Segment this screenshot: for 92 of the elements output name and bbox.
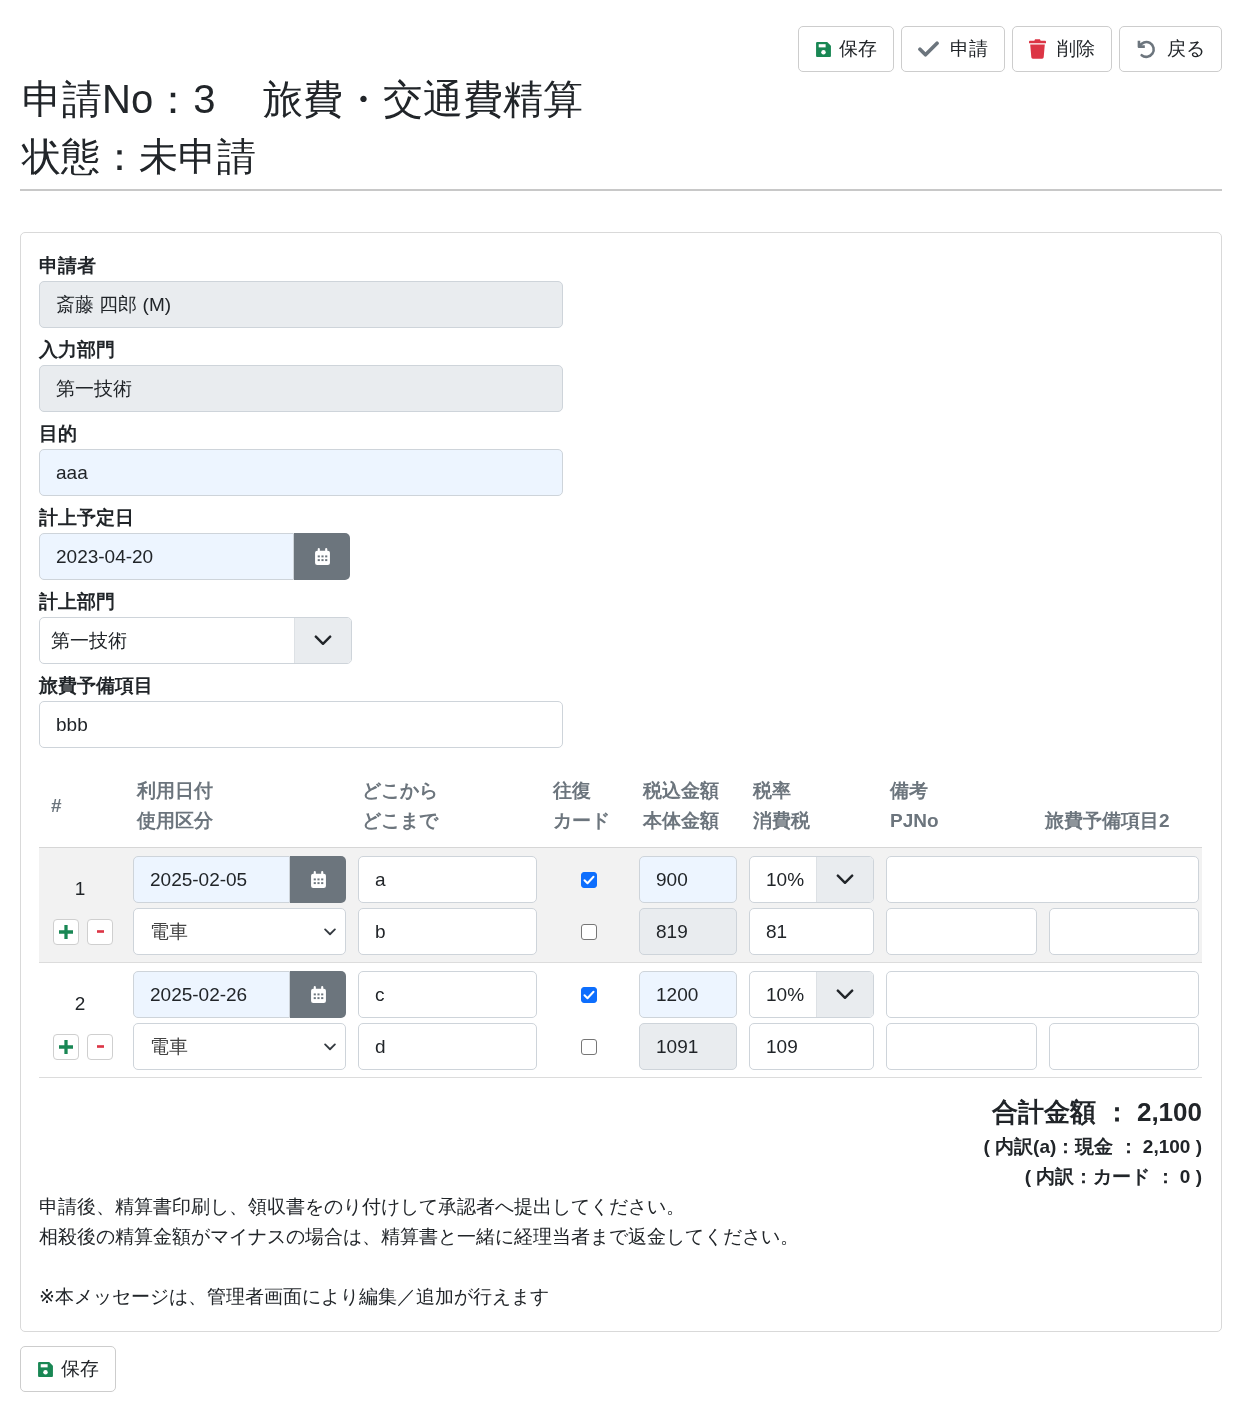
column-header: 税率 [751,779,792,803]
page-title: 旅費・交通費精算 [263,76,584,123]
text-field[interactable]: aaa [39,449,563,496]
total-amount: 合計金額 ： 2,100 [992,1096,1202,1129]
amount-field[interactable]: 1091 [639,1023,737,1070]
field-label: 計上部門 [39,590,115,614]
check-icon [918,41,939,57]
delete-button[interactable]: 削除 [1012,26,1112,72]
calendar-icon [313,548,331,565]
select-field[interactable]: 電車 [133,1023,346,1070]
spare-item-field[interactable] [1049,908,1199,955]
amount-field[interactable]: 1200 [639,971,737,1018]
add-row-button[interactable] [53,1033,79,1060]
checkbox[interactable] [580,923,597,940]
save-icon [815,40,832,58]
text-field[interactable]: 第一技術 [39,365,563,412]
text-field[interactable]: bbb [39,701,563,748]
field-label: 旅費予備項目 [39,674,153,698]
pj-number-field[interactable] [886,908,1037,955]
amount-field[interactable]: 900 [639,856,737,903]
chevron-down-icon [836,989,854,1000]
column-header: 税込金額 [641,779,720,803]
date-field[interactable]: 2025-02-05 [133,856,290,903]
checkbox[interactable] [580,986,597,1003]
calendar-button[interactable] [290,856,346,903]
calendar-icon [309,871,327,888]
submit-button[interactable]: 申請 [901,26,1005,72]
save-icon [37,1360,54,1378]
trash-icon [1029,39,1046,59]
text-field[interactable]: c [358,971,537,1018]
field-label: 目的 [39,422,77,446]
field-label: 入力部門 [39,338,115,362]
calendar-icon [309,986,327,1003]
column-header: どこから [361,779,439,803]
select-field[interactable]: 電車 [133,908,346,955]
text-field[interactable]: d [358,1023,537,1070]
row-number: 1 [74,877,86,901]
remarks-field[interactable] [886,856,1199,903]
column-header: 備考 [888,779,929,803]
chevron-down-icon [324,927,336,936]
plus-icon [59,924,73,939]
note-text: 相殺後の精算金額がマイナスの場合は、精算書と一緒に経理当者まで返金してください。 [39,1225,799,1249]
column-header: どこまで [361,809,440,833]
minus-icon [96,1045,104,1048]
remarks-field[interactable] [886,971,1199,1018]
select-field[interactable]: 第一技術 [39,617,352,664]
cash-breakdown: ( 内訳(a)：現金 ： 2,100 ) [983,1135,1202,1159]
note-text: ※本メッセージは、管理者画面により編集／追加が行えます [39,1285,549,1309]
card-breakdown: ( 内訳：カード ： 0 ) [1024,1165,1202,1189]
pj-number-field[interactable] [886,1023,1037,1070]
checkbox[interactable] [580,1038,597,1055]
tax-field[interactable]: 109 [749,1023,874,1070]
date-field[interactable]: 2025-02-26 [133,971,290,1018]
column-header: カード [552,809,611,833]
column-header: PJNo [889,809,940,833]
column-header: # [50,794,63,818]
chevron-down-icon [314,635,332,646]
chevron-down-icon [836,874,854,885]
text-field[interactable]: a [358,856,537,903]
column-header: 使用区分 [135,809,214,833]
back-button[interactable]: 戻る [1119,26,1222,72]
application-number: 申請No：3 [22,76,216,123]
text-field[interactable]: b [358,908,537,955]
spare-item-field[interactable] [1049,1023,1199,1070]
save-button[interactable]: 保存 [798,26,894,72]
note-text: 申請後、精算書印刷し、領収書をのり付けして承認者へ提出してください。 [39,1195,685,1219]
column-header: 本体金額 [641,809,720,833]
column-header: 消費税 [752,809,811,833]
chevron-down-icon [324,1042,336,1051]
calendar-button[interactable] [290,971,346,1018]
remove-row-button[interactable] [87,918,113,945]
remove-row-button[interactable] [87,1033,113,1060]
add-row-button[interactable] [53,918,79,945]
checkbox[interactable] [580,871,597,888]
field-label: 計上予定日 [39,506,134,530]
calendar-button[interactable] [294,533,350,580]
undo-icon [1136,39,1156,59]
select-field[interactable]: 10% [749,971,874,1018]
status-text: 状態：未申請 [22,135,256,178]
date-field[interactable]: 2023-04-20 [39,533,294,580]
plus-icon [59,1039,73,1054]
text-field[interactable]: 斎藤 四郎 (M) [39,281,563,328]
field-label: 申請者 [39,254,96,278]
row-number: 2 [74,992,86,1016]
column-header: 往復 [551,779,592,803]
column-header: 利用日付 [135,779,214,803]
minus-icon [96,930,104,933]
column-header: 旅費予備項目2 [1045,809,1171,833]
amount-field[interactable]: 819 [639,908,737,955]
save-button[interactable]: 保存 [20,1346,116,1392]
select-field[interactable]: 10% [749,856,874,903]
tax-field[interactable]: 81 [749,908,874,955]
